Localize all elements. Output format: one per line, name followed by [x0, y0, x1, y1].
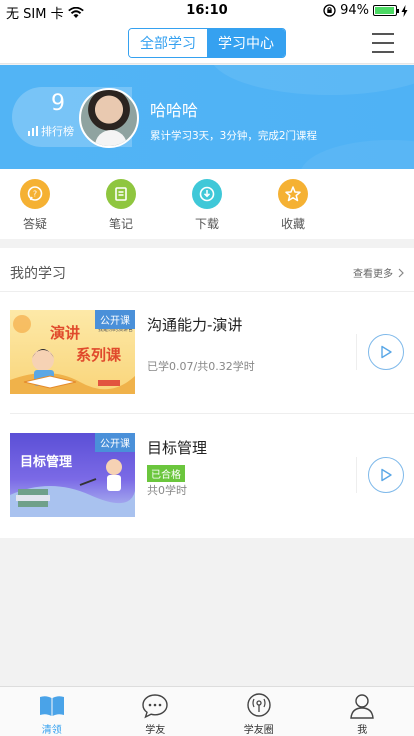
- play-button[interactable]: [368, 334, 404, 370]
- qa-label: 答疑: [22, 217, 47, 231]
- favorites-button[interactable]: 收藏: [268, 179, 318, 232]
- open-course-tag: 公开课: [95, 310, 135, 329]
- thumbnail-subtitle: 系列课: [76, 346, 122, 364]
- learning-summary: 累计学习3天，3分钟，完成2门课程: [150, 130, 318, 142]
- tab-me[interactable]: 我: [311, 687, 414, 736]
- course-title: 目标管理: [147, 439, 208, 457]
- course-thumbnail: 演讲 我是你的演讲官 系列课 公开课: [10, 310, 135, 394]
- leaderboard-label: 排行榜: [28, 123, 74, 139]
- tab-classmates[interactable]: 学友: [104, 687, 208, 736]
- tab-label: 学友: [145, 725, 166, 736]
- star-icon: [278, 179, 308, 209]
- segmented-control: 全部学习 学习中心: [128, 28, 286, 58]
- my-study-section: 我的学习 查看更多 演讲 我是你的演讲官 系列课 公开课 沟通能力-演讲 已学0…: [0, 248, 414, 538]
- course-progress: 共0学时: [147, 484, 187, 497]
- status-bar: 无 SIM 卡 16:10 94%: [0, 0, 414, 22]
- tab-label: 学友圈: [243, 725, 274, 736]
- nav-bar: 全部学习 学习中心: [0, 22, 414, 64]
- quick-actions: ? 答疑 笔记 下载 收藏: [0, 169, 414, 239]
- view-more-link[interactable]: 查看更多: [353, 265, 404, 280]
- notes-label: 笔记: [108, 217, 133, 231]
- bar-chart-icon: [28, 126, 38, 136]
- tab-all-learning[interactable]: 全部学习: [129, 29, 207, 57]
- book-icon: [0, 692, 104, 720]
- user-name: 哈哈哈: [150, 101, 199, 120]
- play-icon: [381, 468, 392, 482]
- person-icon: [311, 692, 414, 720]
- svg-text:?: ?: [33, 190, 37, 199]
- passed-badge: 已合格: [147, 465, 185, 482]
- play-icon: [381, 345, 392, 359]
- notes-button[interactable]: 笔记: [96, 179, 146, 232]
- tab-home[interactable]: 清领: [0, 687, 104, 736]
- course-thumbnail: 目标管理 公开课: [10, 433, 135, 517]
- orientation-lock-icon: [323, 4, 336, 17]
- tab-moments[interactable]: 学友圈: [207, 687, 311, 736]
- menu-icon[interactable]: [372, 33, 394, 53]
- course-item[interactable]: 演讲 我是你的演讲官 系列课 公开课 沟通能力-演讲 已学0.07/共0.32学…: [0, 292, 414, 415]
- battery-percent: 94%: [340, 3, 369, 18]
- broadcast-icon: [207, 692, 311, 720]
- qa-icon: ?: [20, 179, 50, 209]
- rank-number: 9: [51, 91, 65, 116]
- course-item[interactable]: 目标管理 公开课 目标管理 已合格 共0学时: [0, 415, 414, 538]
- note-icon: [106, 179, 136, 209]
- tab-label: 清领: [41, 725, 62, 736]
- divider: [10, 413, 414, 414]
- course-progress: 已学0.07/共0.32学时: [147, 360, 255, 373]
- open-course-tag: 公开课: [95, 433, 135, 452]
- section-header: 我的学习 查看更多: [0, 248, 414, 292]
- status-right: 94%: [323, 3, 408, 18]
- download-button[interactable]: 下载: [182, 179, 232, 232]
- chat-icon: [104, 692, 208, 720]
- favorites-label: 收藏: [280, 217, 305, 231]
- tab-learning-center[interactable]: 学习中心: [207, 29, 285, 57]
- download-icon: [192, 179, 222, 209]
- chevron-right-icon: [398, 268, 404, 277]
- avatar[interactable]: [79, 88, 139, 148]
- course-title: 沟通能力-演讲: [147, 316, 243, 334]
- battery-icon: [373, 5, 399, 16]
- charging-icon: [401, 4, 408, 17]
- tab-bar: 清领 学友 学友圈 我: [0, 686, 414, 736]
- thumbnail-title: 目标管理: [20, 455, 73, 470]
- play-button[interactable]: [368, 457, 404, 493]
- tab-label: 我: [357, 725, 368, 736]
- section-title: 我的学习: [10, 266, 66, 282]
- thumbnail-title: 演讲: [50, 324, 81, 342]
- profile-banner: 9 排行榜 哈哈哈 累计学习3天，3分钟，完成2门课程: [0, 65, 414, 169]
- download-label: 下载: [194, 217, 219, 231]
- qa-button[interactable]: ? 答疑: [10, 179, 60, 232]
